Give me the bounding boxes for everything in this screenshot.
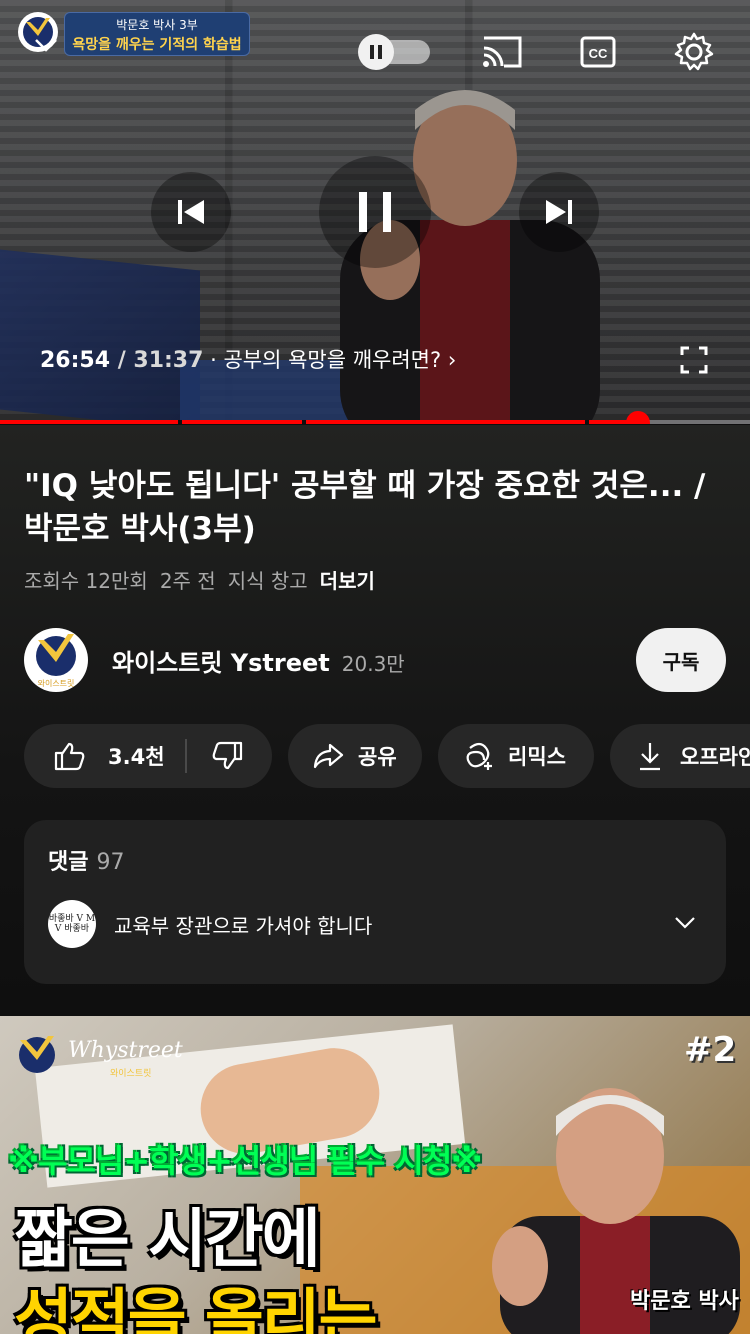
channel-avatar[interactable]: 와이스트릿 <box>24 628 88 692</box>
chapter-link[interactable]: · 공부의 욕망을 깨우려면? › <box>203 348 456 372</box>
thumb-name-tag: 박문호 박사 <box>630 1289 739 1314</box>
channel-name[interactable]: 와이스트릿 Ystreet 20.3만 <box>112 643 405 678</box>
pause-icon <box>359 192 391 232</box>
badge-line1: 박문호 박사 3부 <box>116 18 198 32</box>
download-icon <box>640 743 660 771</box>
next-video-thumbnail[interactable]: Whystreet 와이스트릿 #2 ※부모님+학생+선생님 필수 시청※ 짧은… <box>0 1016 750 1334</box>
previous-button[interactable] <box>151 172 231 252</box>
video-meta[interactable]: 조회수 12만회 2주 전 지식 창고 더보기 <box>24 565 387 594</box>
ystreet-logo-icon: 와이스트릿 <box>36 634 76 688</box>
chevron-down-icon[interactable] <box>674 916 696 930</box>
view-count: 조회수 12만회 <box>24 569 148 593</box>
fullscreen-icon[interactable] <box>680 346 708 374</box>
thumb-headline-1: 짧은 시간에 <box>14 1203 321 1277</box>
remix-icon <box>466 742 492 770</box>
thumbs-up-icon <box>54 742 85 771</box>
chapter-marker <box>301 420 306 424</box>
commenter-avatar: 바좋바 V M V 바좋바 <box>48 900 96 948</box>
video-player[interactable]: 박문호 박사 3부 욕망을 깨우는 기적의 학습법 CC 26:54 / 31:… <box>0 0 750 424</box>
episode-badge: 박문호 박사 3부 욕망을 깨우는 기적의 학습법 <box>64 12 250 56</box>
tag-label: 지식 창고 <box>227 569 308 593</box>
thumb-brand-sub: 와이스트릿 <box>110 1069 152 1079</box>
channel-title: 와이스트릿 Ystreet <box>112 649 330 677</box>
thumb-tagline: ※부모님+학생+선생님 필수 시청※ <box>8 1142 482 1180</box>
next-button[interactable] <box>519 172 599 252</box>
subscriber-count: 20.3만 <box>341 652 405 676</box>
more-link[interactable]: 더보기 <box>320 569 375 593</box>
badge-line2: 욕망을 깨우는 기적의 학습법 <box>72 37 242 53</box>
thumb-brand: Whystreet <box>68 1038 183 1063</box>
skip-previous-icon <box>178 200 204 224</box>
comments-count: 97 <box>96 850 125 875</box>
like-button[interactable]: 3.4천 <box>24 741 165 771</box>
dislike-button[interactable] <box>187 741 243 771</box>
progress-bar[interactable] <box>0 411 750 424</box>
comments-header: 댓글 97 <box>48 844 124 876</box>
progress-fill <box>0 420 638 424</box>
share-label: 공유 <box>358 745 397 769</box>
thumb-headline-2: 성적을 올리는 <box>14 1283 378 1334</box>
upload-age: 2주 전 <box>159 569 216 593</box>
episode-number: #2 <box>684 1030 737 1070</box>
captions-icon[interactable]: CC <box>580 36 616 68</box>
svg-text:CC: CC <box>589 46 608 61</box>
like-dislike-group: 3.4천 <box>24 724 272 788</box>
thumbs-down-icon <box>212 741 242 770</box>
subscribe-button[interactable]: 구독 <box>636 628 726 692</box>
offline-download-button[interactable]: 오프라인 <box>610 724 750 788</box>
remix-label: 리믹스 <box>508 745 566 769</box>
current-time: 26:54 <box>40 348 111 373</box>
time-display[interactable]: 26:54 / 31:37 · 공부의 욕망을 깨우려면? › <box>40 344 456 374</box>
ystreet-logo-icon <box>19 1036 55 1073</box>
pause-button[interactable] <box>319 156 431 268</box>
chapter-marker <box>585 420 590 424</box>
collapse-chevron-icon[interactable] <box>34 38 58 52</box>
remix-button[interactable]: 리믹스 <box>438 724 594 788</box>
top-comment: 교육부 장관으로 가셔야 합니다 <box>114 914 373 938</box>
share-arrow-icon <box>313 743 344 769</box>
video-title[interactable]: "IQ 낮아도 됩니다' 공부할 때 가장 중요한 것은... / 박문호 박사… <box>24 465 724 551</box>
like-count: 3.4천 <box>108 745 165 769</box>
video-info: "IQ 낮아도 됩니다' 공부할 때 가장 중요한 것은... / 박문호 박사… <box>0 425 750 1000</box>
comments-panel[interactable]: 댓글 97 바좋바 V M V 바좋바 교육부 장관으로 가셔야 합니다 <box>24 820 726 984</box>
svg-text:와이스트릿: 와이스트릿 <box>38 678 75 688</box>
share-button[interactable]: 공유 <box>288 724 422 788</box>
skip-next-icon <box>546 200 572 224</box>
settings-gear-icon[interactable] <box>674 32 714 72</box>
comments-label: 댓글 <box>48 850 89 875</box>
cast-icon[interactable] <box>482 34 522 68</box>
autoplay-toggle[interactable] <box>358 34 430 70</box>
total-time: / 31:37 <box>110 348 204 373</box>
offline-label: 오프라인 <box>680 745 750 769</box>
chapter-marker <box>178 420 182 424</box>
